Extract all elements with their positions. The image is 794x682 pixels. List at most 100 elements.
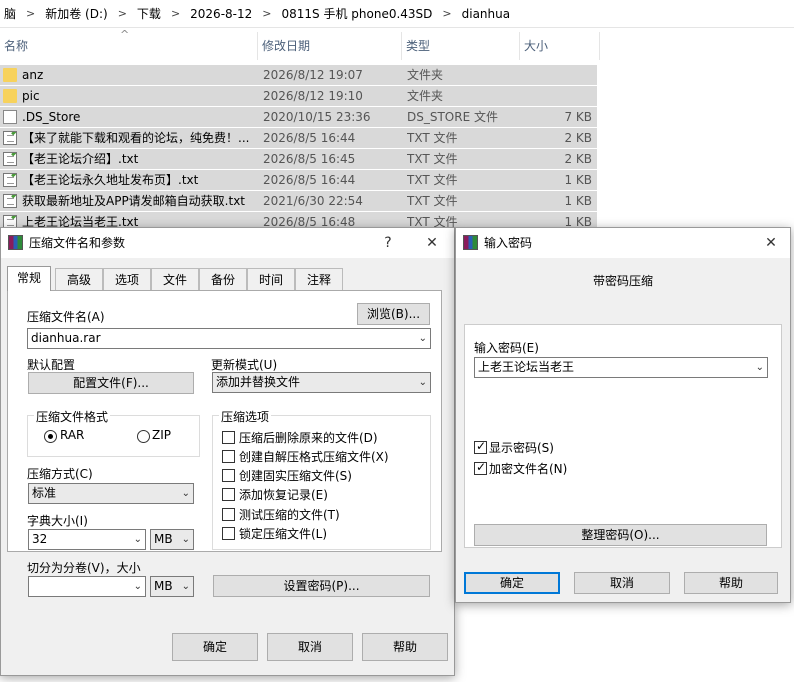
split-size-input[interactable]: ⌄ bbox=[28, 576, 146, 597]
organize-passwords-button[interactable]: 整理密码(O)... bbox=[474, 524, 767, 546]
radio-zip-label: ZIP bbox=[152, 428, 171, 442]
tab-time[interactable]: 时间 bbox=[247, 268, 295, 290]
archive-cancel-button[interactable]: 取消 bbox=[267, 633, 353, 661]
tab-files[interactable]: 文件 bbox=[151, 268, 199, 290]
archive-name-label: 压缩文件名(A) bbox=[27, 310, 105, 324]
file-row[interactable]: 【来了就能下载和观看的论坛，纯免费！... 2026/8/5 16:44 TXT 文… bbox=[0, 128, 597, 149]
password-dialog-title: 输入密码 bbox=[484, 236, 533, 250]
help-icon[interactable]: ? bbox=[373, 228, 403, 258]
dict-size-input[interactable]: 32 ⌄ bbox=[28, 529, 146, 550]
breadcrumb-item[interactable]: 2026-8-12 bbox=[186, 7, 256, 21]
dict-unit-select[interactable]: MB ⌄ bbox=[150, 529, 194, 550]
split-label: 切分为分卷(V)，大小 bbox=[27, 561, 141, 575]
txt-icon bbox=[3, 152, 17, 166]
file-name: 获取最新地址及APP请发邮箱自动获取.txt bbox=[22, 194, 246, 208]
breadcrumb-separator-icon: > bbox=[262, 7, 272, 20]
file-size: 1 KB bbox=[564, 173, 592, 187]
password-ok-button[interactable]: 确定 bbox=[464, 572, 560, 594]
txt-icon bbox=[3, 131, 17, 145]
option-solid-checkbox[interactable] bbox=[222, 469, 235, 482]
option-lock-label: 锁定压缩文件(L) bbox=[239, 527, 328, 541]
option-delete-checkbox[interactable] bbox=[222, 431, 235, 444]
option-test-checkbox[interactable] bbox=[222, 508, 235, 521]
archive-dialog: 压缩文件名和参数 ? ✕ 常规 高级 选项 文件 备份 时间 注释 压缩文件名(… bbox=[0, 227, 455, 676]
file-row[interactable]: 获取最新地址及APP请发邮箱自动获取.txt 2021/6/30 22:54 TXT… bbox=[0, 191, 597, 212]
winrar-icon bbox=[463, 235, 478, 250]
encrypt-names-checkbox[interactable] bbox=[474, 460, 487, 475]
close-icon[interactable]: ✕ bbox=[756, 228, 786, 258]
column-type[interactable]: 类型 bbox=[402, 32, 520, 60]
update-mode-label: 更新模式(U) bbox=[211, 358, 278, 372]
password-help-button[interactable]: 帮助 bbox=[684, 572, 778, 594]
encrypt-names-label: 加密文件名(N) bbox=[489, 462, 568, 476]
winrar-icon bbox=[8, 235, 23, 250]
browse-button[interactable]: 浏览(B)... bbox=[357, 303, 430, 325]
folder-icon bbox=[3, 68, 17, 82]
file-type: TXT 文件 bbox=[407, 194, 458, 208]
password-label: 输入密码(E) bbox=[474, 341, 539, 355]
close-icon[interactable]: ✕ bbox=[417, 228, 447, 258]
address-breadcrumb[interactable]: 脑 > 新加卷 (D:) > 下载 >2026-8-12 >0811S 手机 phone0.… bbox=[0, 0, 794, 28]
column-size[interactable]: 大小 bbox=[520, 32, 600, 60]
archive-dialog-titlebar: 压缩文件名和参数 ? ✕ bbox=[1, 228, 454, 258]
file-type: 文件夹 bbox=[407, 89, 444, 103]
radio-rar[interactable] bbox=[44, 430, 57, 443]
file-row[interactable]: anz 2026/8/12 19:07 文件夹 bbox=[0, 65, 597, 86]
tab-backup[interactable]: 备份 bbox=[199, 268, 247, 290]
radio-zip[interactable] bbox=[137, 430, 150, 443]
column-header: ^ 名称 修改日期 类型 大小 bbox=[0, 28, 600, 60]
archive-ok-button[interactable]: 确定 bbox=[172, 633, 258, 661]
file-row[interactable]: .DS_Store 2020/10/15 23:36 DS_STORE 文件 7 KB bbox=[0, 107, 597, 128]
column-date[interactable]: 修改日期 bbox=[258, 32, 402, 60]
tab-advanced[interactable]: 高级 bbox=[55, 268, 103, 290]
file-row[interactable]: pic 2026/8/12 19:10 文件夹 bbox=[0, 86, 597, 107]
txt-icon bbox=[3, 194, 17, 208]
chevron-down-icon: ⌄ bbox=[418, 333, 427, 344]
update-mode-select[interactable]: 添加并替换文件 ⌄ bbox=[212, 372, 431, 393]
option-solid-label: 创建固实压缩文件(S) bbox=[239, 469, 352, 483]
chevron-down-icon: ⌄ bbox=[181, 581, 190, 592]
tab-comment[interactable]: 注释 bbox=[295, 268, 343, 290]
option-recovery-label: 添加恢复记录(E) bbox=[239, 488, 328, 502]
tab-general[interactable]: 常规 bbox=[7, 266, 51, 291]
breadcrumb-item[interactable]: 0811S 手机 phone0.43SD bbox=[277, 5, 436, 22]
file-type: TXT 文件 bbox=[407, 173, 458, 187]
option-recovery-checkbox[interactable] bbox=[222, 488, 235, 501]
tab-options[interactable]: 选项 bbox=[103, 268, 151, 290]
option-sfx-checkbox[interactable] bbox=[222, 450, 235, 463]
show-password-checkbox[interactable] bbox=[474, 439, 487, 454]
chevron-down-icon: ⌄ bbox=[133, 581, 142, 592]
default-profile-label: 默认配置 bbox=[27, 358, 76, 372]
breadcrumb-item[interactable]: 下载 bbox=[133, 5, 165, 22]
file-row[interactable]: 【老王论坛介绍】.txt 2026/8/5 16:45 TXT 文件 2 KB bbox=[0, 149, 597, 170]
split-unit-select[interactable]: MB ⌄ bbox=[150, 576, 194, 597]
archive-help-button[interactable]: 帮助 bbox=[362, 633, 448, 661]
file-name: pic bbox=[22, 89, 40, 103]
dict-label: 字典大小(I) bbox=[27, 514, 88, 528]
password-dialog: 输入密码 ✕ 带密码压缩 输入密码(E) 上老王论坛当老王 ⌄ 显示密码(S) … bbox=[455, 227, 791, 603]
option-test-label: 测试压缩的文件(T) bbox=[239, 508, 340, 522]
breadcrumb-item[interactable]: 新加卷 (D:) bbox=[41, 5, 111, 22]
file-row[interactable]: 【老王论坛永久地址发布页】.txt 2026/8/5 16:44 TXT 文件 1 K… bbox=[0, 170, 597, 191]
archive-name-input[interactable]: dianhua.rar ⌄ bbox=[27, 328, 431, 349]
file-size: 2 KB bbox=[564, 152, 592, 166]
breadcrumb-item[interactable]: 脑 bbox=[0, 5, 20, 22]
file-name: 【来了就能下载和观看的论坛，纯免费！... bbox=[22, 131, 250, 145]
file-date: 2020/10/15 23:36 bbox=[263, 110, 371, 124]
option-lock-checkbox[interactable] bbox=[222, 527, 235, 540]
set-password-button[interactable]: 设置密码(P)... bbox=[213, 575, 430, 597]
method-select[interactable]: 标准 ⌄ bbox=[28, 483, 194, 504]
radio-rar-label: RAR bbox=[60, 428, 85, 442]
breadcrumb-item[interactable]: dianhua bbox=[458, 7, 514, 21]
file-name: .DS_Store bbox=[22, 110, 81, 124]
password-cancel-button[interactable]: 取消 bbox=[574, 572, 670, 594]
profile-button[interactable]: 配置文件(F)... bbox=[28, 372, 194, 394]
breadcrumb-separator-icon: > bbox=[117, 7, 127, 20]
password-input[interactable]: 上老王论坛当老王 ⌄ bbox=[474, 357, 768, 378]
file-type: TXT 文件 bbox=[407, 131, 458, 145]
options-group-title: 压缩选项 bbox=[219, 408, 272, 425]
file-date: 2026/8/5 16:45 bbox=[263, 152, 356, 166]
file-type: DS_STORE 文件 bbox=[407, 110, 498, 124]
column-name[interactable]: 名称 bbox=[0, 32, 258, 60]
option-delete-label: 压缩后删除原来的文件(D) bbox=[239, 431, 378, 445]
